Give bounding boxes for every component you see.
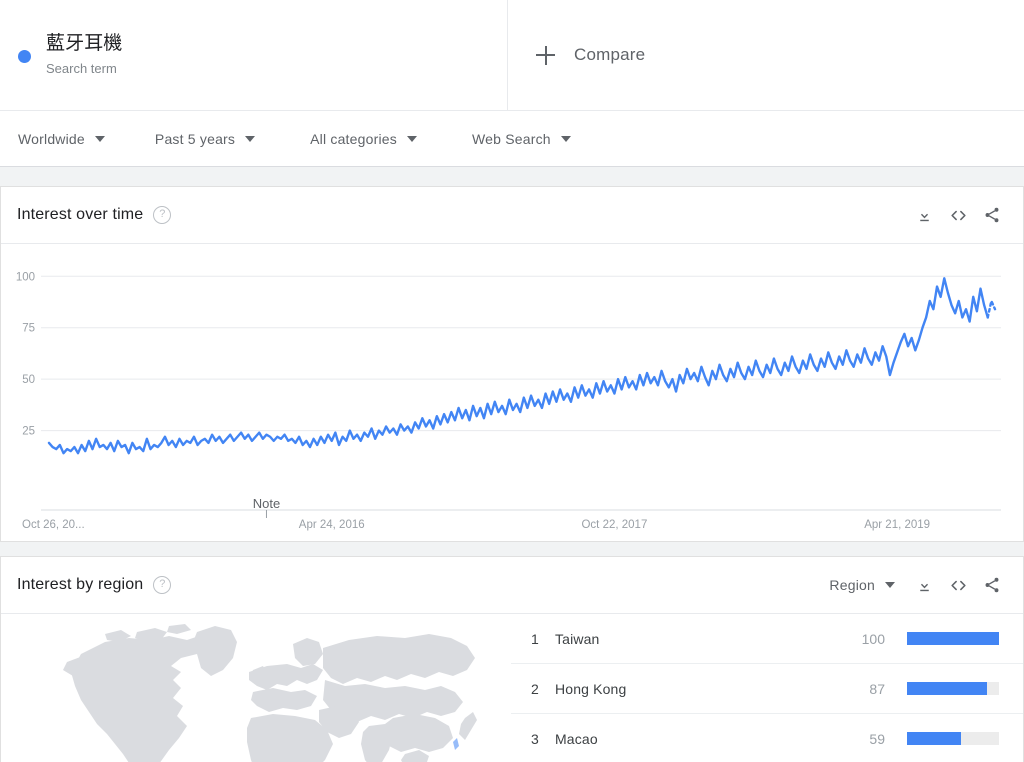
chevron-down-icon <box>407 136 417 142</box>
y-tick-label: 100 <box>16 271 35 283</box>
map-landmasses <box>63 624 477 762</box>
filter-location-label: Worldwide <box>18 131 85 147</box>
region-bar-track <box>907 682 999 695</box>
region-row[interactable]: 1Taiwan100 <box>511 614 1023 664</box>
question-mark-icon[interactable]: ? <box>153 576 171 594</box>
region-rank: 3 <box>531 731 555 747</box>
world-map[interactable] <box>1 614 511 762</box>
chart-gridlines <box>41 276 1001 510</box>
interest-over-time-actions <box>907 198 1009 232</box>
region-rank: 2 <box>531 681 555 697</box>
chevron-down-icon <box>95 136 105 142</box>
chart-x-tick-labels: Oct 26, 20... Apr 24, 2016 Oct 22, 2017 Apr… <box>22 519 930 531</box>
region-list: 1Taiwan1002Hong Kong873Macao59 <box>511 614 1023 762</box>
region-bar-fill <box>907 732 961 745</box>
region-sort-label: Region <box>829 577 875 593</box>
download-icon[interactable] <box>907 568 941 602</box>
embed-icon[interactable] <box>941 568 975 602</box>
x-tick-label: Oct 26, 20... <box>22 519 85 531</box>
region-sort-dropdown[interactable]: Region <box>829 577 895 593</box>
chart-y-tick-labels: 25 50 75 100 <box>16 271 35 437</box>
x-tick-label: Apr 24, 2016 <box>299 519 365 531</box>
question-mark-icon[interactable]: ? <box>153 206 171 224</box>
compare-label: Compare <box>574 45 645 65</box>
region-name: Taiwan <box>555 631 845 647</box>
x-tick-label: Apr 21, 2019 <box>864 519 930 531</box>
interest-by-region-card: Interest by region ? Region <box>0 556 1024 762</box>
note-annotation: Note <box>253 496 280 518</box>
search-term-type: Search term <box>46 59 122 79</box>
interest-over-time-title: Interest over time <box>17 206 143 224</box>
interest-by-region-title: Interest by region <box>17 576 143 594</box>
filter-time-range-label: Past 5 years <box>155 131 235 147</box>
map-highlight-taiwan <box>453 738 459 750</box>
region-value: 59 <box>845 731 885 747</box>
region-bar-track <box>907 732 999 745</box>
interest-by-region-actions <box>907 568 1009 602</box>
series-color-dot <box>18 50 31 63</box>
region-value: 87 <box>845 681 885 697</box>
interest-over-time-chart[interactable]: 255075100 Oct 26, 20...Apr 24, 2016Oct 2… <box>1 244 1023 541</box>
trend-line-partial <box>988 301 995 317</box>
y-tick-label: 50 <box>22 374 35 386</box>
filter-location[interactable]: Worldwide <box>0 111 115 166</box>
region-bar-fill <box>907 682 987 695</box>
filter-time-range[interactable]: Past 5 years <box>115 111 265 166</box>
chevron-down-icon <box>561 136 571 142</box>
search-term-label: 藍牙耳機 <box>46 31 122 57</box>
region-row[interactable]: 3Macao59 <box>511 714 1023 762</box>
search-term-bar: 藍牙耳機 Search term Compare <box>0 0 1024 110</box>
search-term-card[interactable]: 藍牙耳機 Search term <box>0 0 508 110</box>
y-tick-label: 25 <box>22 426 35 438</box>
region-row[interactable]: 2Hong Kong87 <box>511 664 1023 714</box>
region-bar-fill <box>907 632 999 645</box>
filter-search-type-label: Web Search <box>472 131 551 147</box>
region-bar-track <box>907 632 999 645</box>
plus-icon <box>536 46 555 65</box>
filter-category[interactable]: All categories <box>265 111 427 166</box>
share-icon[interactable] <box>975 198 1009 232</box>
region-value: 100 <box>845 631 885 647</box>
note-label: Note <box>253 496 280 511</box>
add-comparison-button[interactable]: Compare <box>508 0 1024 110</box>
x-tick-label: Oct 22, 2017 <box>581 519 647 531</box>
region-name: Macao <box>555 731 845 747</box>
world-map-svg <box>1 614 511 762</box>
embed-icon[interactable] <box>941 198 975 232</box>
google-trends-page: 藍牙耳機 Search term Compare Worldwide Past … <box>0 0 1024 762</box>
interest-by-region-body: 1Taiwan1002Hong Kong873Macao59 <box>1 614 1023 762</box>
download-icon[interactable] <box>907 198 941 232</box>
filter-bar: Worldwide Past 5 years All categories We… <box>0 110 1024 167</box>
chevron-down-icon <box>885 582 895 588</box>
trend-line <box>49 278 988 453</box>
search-term-texts: 藍牙耳機 Search term <box>46 31 122 79</box>
filter-search-type[interactable]: Web Search <box>427 111 581 166</box>
y-tick-label: 75 <box>22 323 35 335</box>
region-name: Hong Kong <box>555 681 845 697</box>
chevron-down-icon <box>245 136 255 142</box>
interest-over-time-plot: 255075100 Oct 26, 20...Apr 24, 2016Oct 2… <box>1 244 1024 542</box>
share-icon[interactable] <box>975 568 1009 602</box>
filter-category-label: All categories <box>310 131 397 147</box>
interest-over-time-card: Interest over time ? <box>0 186 1024 542</box>
interest-over-time-header: Interest over time ? <box>1 187 1023 244</box>
interest-by-region-header: Interest by region ? Region <box>1 557 1023 614</box>
region-rank: 1 <box>531 631 555 647</box>
